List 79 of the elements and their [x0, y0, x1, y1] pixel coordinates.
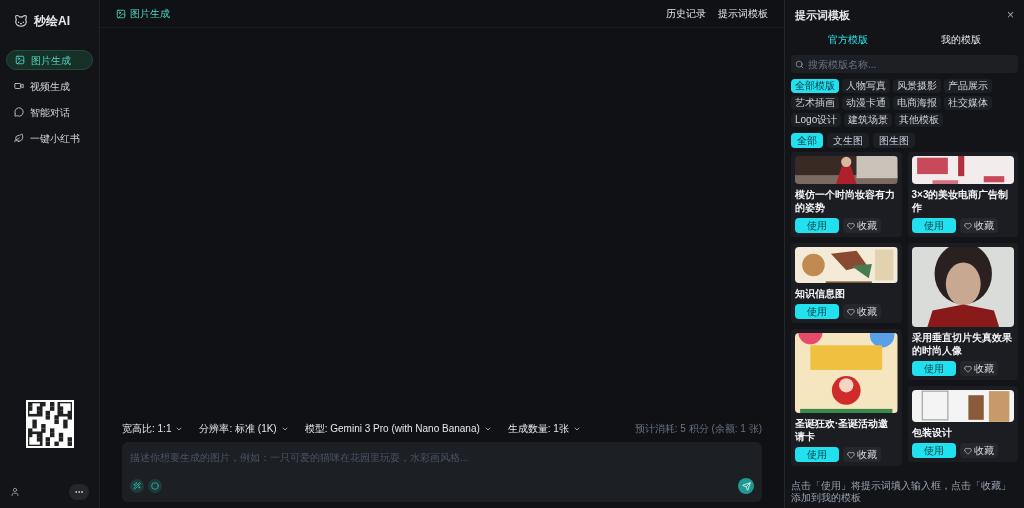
circle-button[interactable] [148, 479, 162, 493]
search-input[interactable]: 搜索模版名称... [808, 56, 1014, 72]
option-dropdown[interactable]: 模型: Gemini 3 Pro (with Nano Banana) [304, 421, 492, 436]
heart-icon [847, 221, 855, 230]
category-chip[interactable]: 其他模板 [895, 113, 944, 127]
search-field[interactable]: 搜索模版名称... [791, 55, 1018, 73]
magic-wand-button[interactable] [130, 479, 144, 493]
send-button[interactable] [738, 478, 754, 494]
use-button[interactable]: 使用 [795, 447, 839, 462]
category-chip[interactable]: 风景摄影 [893, 79, 941, 93]
category-chip[interactable]: 电商海报 [893, 96, 941, 110]
template-card[interactable]: 采用垂直切片失真效果的时尚人像 使用 收藏 [907, 243, 1018, 380]
option-dropdown[interactable]: 宽高比: 1:1 [122, 421, 184, 436]
cost-text: 预计消耗: 5 积分 (余额: 1 张) [634, 422, 762, 436]
category-chip[interactable]: 艺术插画 [791, 96, 839, 110]
nav-item[interactable]: 图片生成 [6, 50, 93, 70]
template-card[interactable]: 3×3的美妆电商广告制作 使用 收藏 [907, 152, 1018, 237]
category-chip[interactable]: 社交媒体 [944, 96, 992, 110]
cat-logo-icon [14, 14, 28, 28]
user-icon [10, 487, 20, 497]
qr-code [25, 400, 74, 448]
more-button[interactable] [69, 484, 89, 500]
category-chip[interactable]: 全部模版 [791, 79, 839, 93]
panel-tab[interactable]: 我的模版 [904, 28, 1018, 51]
template-title: 包装设计 [911, 426, 953, 439]
template-title: 知识信息图 [795, 287, 846, 300]
heart-icon [847, 307, 855, 316]
category-chip[interactable]: 建筑场景 [844, 113, 893, 127]
template-title: 3×3的美妆电商广告制作 [911, 188, 1010, 214]
option-dropdown[interactable]: 生成数量: 1张 [507, 421, 581, 436]
page-tab[interactable]: 图片生成 [116, 6, 170, 21]
leaf-icon [14, 133, 24, 143]
use-button[interactable]: 使用 [911, 361, 956, 376]
heart-icon [963, 446, 972, 455]
category-chip[interactable]: 动漫卡通 [842, 96, 890, 110]
favorite-button[interactable]: 收藏 [959, 443, 998, 458]
heart-icon [963, 221, 972, 230]
option-dropdown[interactable]: 分辨率: 标准 (1K) [199, 421, 289, 436]
close-button[interactable]: × [1007, 9, 1014, 21]
send-icon [741, 481, 751, 491]
app-name: 秒绘AI [34, 13, 70, 30]
template-card[interactable]: 包装设计 使用 收藏 [907, 386, 1018, 462]
use-button[interactable]: 使用 [911, 218, 956, 233]
panel-tab[interactable]: 官方模版 [791, 28, 905, 51]
panel-title: 提示词模板 [795, 7, 850, 23]
header-link[interactable]: 历史记录 [666, 6, 706, 21]
category-chip[interactable]: 产品展示 [944, 79, 992, 93]
favorite-button[interactable]: 收藏 [959, 361, 998, 376]
use-button[interactable]: 使用 [911, 443, 956, 458]
circle-icon [151, 482, 159, 490]
use-button[interactable]: 使用 [795, 218, 839, 233]
filter-chip[interactable]: 图生图 [873, 133, 915, 148]
favorite-button[interactable]: 收藏 [843, 218, 881, 233]
nav-item[interactable]: 视频生成 [6, 76, 93, 96]
filter-chip[interactable]: 全部 [791, 133, 823, 148]
favorite-button[interactable]: 收藏 [843, 447, 881, 462]
search-icon [795, 59, 804, 69]
template-card[interactable]: 圣诞狂欢·圣诞活动邀请卡 使用 收藏 [791, 329, 902, 466]
filter-chip[interactable]: 文生图 [827, 133, 869, 148]
header-link[interactable]: 提示词模板 [718, 6, 768, 21]
hint-text: 点击「使用」将提示词填入输入框，点击「收藏」添加到我的模板 [791, 479, 1012, 505]
heart-icon [963, 364, 972, 373]
category-chip[interactable]: Logo设计 [791, 113, 842, 127]
template-card[interactable]: 知识信息图 使用 收藏 [791, 243, 902, 323]
category-chip[interactable]: 人物写真 [842, 79, 890, 93]
template-card[interactable]: 模仿一个时尚妆容有力的姿势 使用 收藏 [791, 152, 902, 237]
nav-item[interactable]: 智能对话 [6, 102, 93, 122]
template-title: 模仿一个时尚妆容有力的姿势 [795, 188, 896, 214]
video-icon [14, 81, 24, 91]
heart-icon [847, 450, 855, 459]
nav-item[interactable]: 一键小红书 [6, 128, 93, 148]
use-button[interactable]: 使用 [795, 304, 839, 319]
chat-icon [14, 107, 24, 117]
image-icon [116, 8, 126, 19]
template-title: 圣诞狂欢·圣诞活动邀请卡 [795, 417, 890, 443]
image-icon [15, 55, 25, 65]
favorite-button[interactable]: 收藏 [843, 304, 881, 319]
template-title: 采用垂直切片失真效果的时尚人像 [911, 331, 1013, 357]
favorite-button[interactable]: 收藏 [959, 218, 998, 233]
